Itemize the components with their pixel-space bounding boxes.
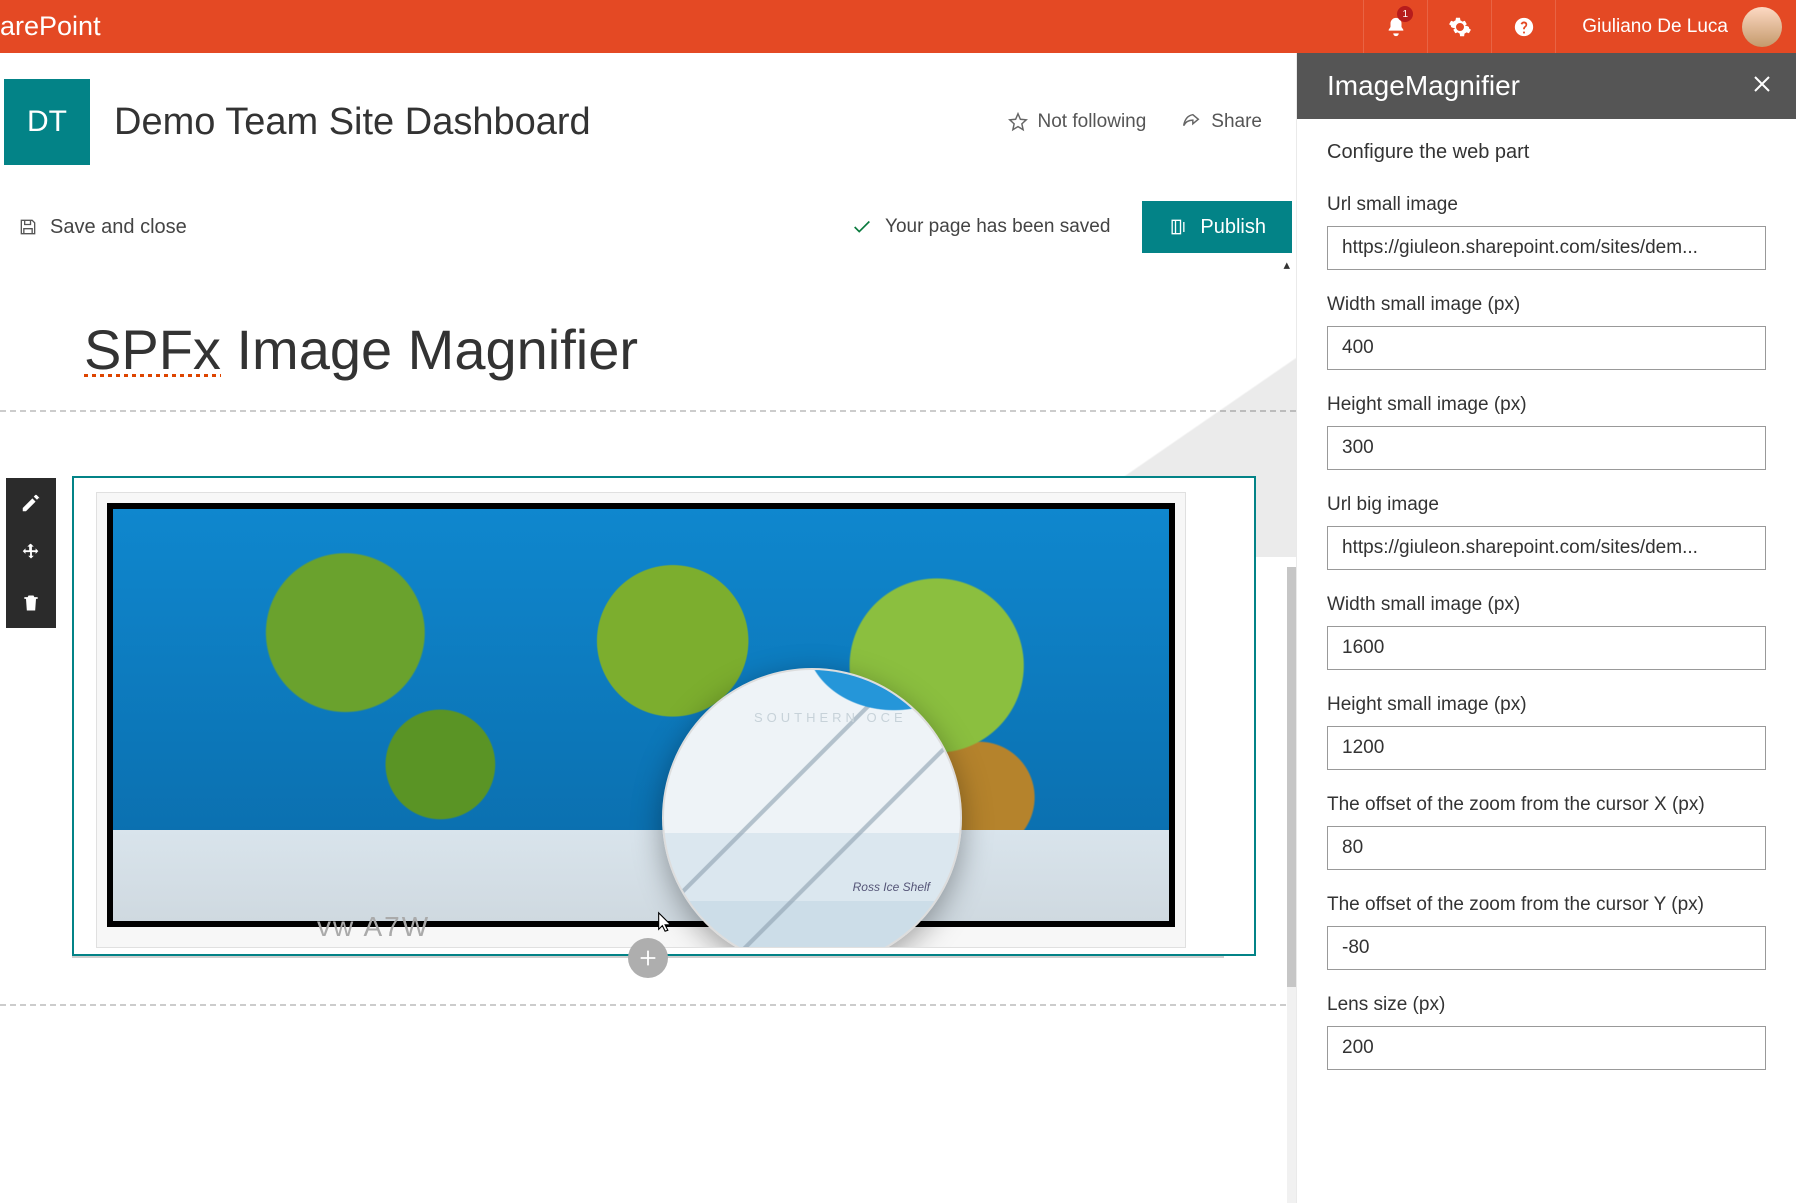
lens-ocean-label: SOUTHERN OCE — [754, 710, 907, 725]
publish-button[interactable]: Publish — [1142, 201, 1292, 253]
site-logo[interactable]: DT — [4, 79, 90, 165]
share-icon — [1180, 111, 1202, 133]
canvas-section: www.A7wallpapers.net SOUTHERN OCE Ross I… — [0, 412, 1296, 1006]
input-height-small[interactable] — [1327, 426, 1766, 470]
publish-label: Publish — [1200, 216, 1266, 239]
field-offset-y: The offset of the zoom from the cursor Y… — [1327, 894, 1766, 970]
scrollbar-thumb[interactable] — [1287, 567, 1296, 987]
checkmark-icon — [851, 216, 873, 238]
label-offset-x: The offset of the zoom from the cursor X… — [1327, 794, 1766, 816]
main-area: DT Demo Team Site Dashboard Not followin… — [0, 53, 1296, 1203]
section-separator-bottom — [0, 1004, 1296, 1006]
label-height-big: Height small image (px) — [1327, 694, 1766, 716]
star-outline-icon — [1007, 111, 1029, 133]
user-name: Giuliano De Luca — [1582, 16, 1728, 38]
panel-body: Configure the web part Url small image W… — [1297, 119, 1796, 1094]
delete-webpart-button[interactable] — [6, 578, 56, 628]
suite-bar: arePoint 1 Giuliano De Luca — [0, 0, 1796, 53]
command-bar: Save and close Your page has been saved … — [0, 175, 1296, 267]
input-offset-y[interactable] — [1327, 926, 1766, 970]
not-following-button[interactable]: Not following — [1007, 111, 1147, 133]
scroll-up-affordance[interactable]: ▴ — [1283, 257, 1290, 273]
notification-badge: 1 — [1397, 6, 1413, 22]
label-lens-size: Lens size (px) — [1327, 994, 1766, 1016]
input-width-big[interactable] — [1327, 626, 1766, 670]
input-height-big[interactable] — [1327, 726, 1766, 770]
not-following-label: Not following — [1038, 111, 1147, 133]
panel-header: ImageMagnifier — [1297, 53, 1796, 119]
share-label: Share — [1211, 111, 1262, 133]
field-width-big: Width small image (px) — [1327, 594, 1766, 670]
field-url-small: Url small image — [1327, 194, 1766, 270]
save-close-label: Save and close — [50, 216, 187, 239]
saved-status: Your page has been saved — [851, 216, 1110, 238]
label-width-big: Width small image (px) — [1327, 594, 1766, 616]
input-offset-x[interactable] — [1327, 826, 1766, 870]
label-url-small: Url small image — [1327, 194, 1766, 216]
map-footer: www.A7wallpapers.net — [113, 893, 1169, 921]
close-panel-button[interactable] — [1750, 72, 1774, 101]
page-title-rest: Image Magnifier — [221, 318, 638, 381]
trash-icon — [21, 593, 41, 613]
user-menu[interactable]: Giuliano De Luca — [1555, 0, 1796, 53]
field-offset-x: The offset of the zoom from the cursor X… — [1327, 794, 1766, 870]
field-height-small: Height small image (px) — [1327, 394, 1766, 470]
label-url-big: Url big image — [1327, 494, 1766, 516]
page-canvas: ▴ SPFx Image Magnifier — [0, 267, 1296, 1006]
panel-description: Configure the web part — [1327, 141, 1766, 164]
label-offset-y: The offset of the zoom from the cursor Y… — [1327, 894, 1766, 916]
site-title: Demo Team Site Dashboard — [114, 101, 983, 144]
input-url-small[interactable] — [1327, 226, 1766, 270]
lens-shelf-label: Ross Ice Shelf — [853, 880, 930, 894]
field-url-big: Url big image — [1327, 494, 1766, 570]
saved-status-label: Your page has been saved — [885, 216, 1110, 238]
property-panel: ImageMagnifier Configure the web part Ur… — [1296, 53, 1796, 1203]
page-title[interactable]: SPFx Image Magnifier — [0, 317, 1296, 410]
suite-icons: 1 Giuliano De Luca — [1363, 0, 1796, 53]
label-height-small: Height small image (px) — [1327, 394, 1766, 416]
webpart-frame[interactable]: www.A7wallpapers.net SOUTHERN OCE Ross I… — [72, 476, 1256, 956]
page-title-prefix: SPFx — [84, 318, 221, 381]
field-lens-size: Lens size (px) — [1327, 994, 1766, 1070]
plus-icon — [637, 947, 659, 969]
share-button[interactable]: Share — [1180, 111, 1262, 133]
save-close-button[interactable]: Save and close — [18, 216, 187, 239]
gear-icon — [1448, 15, 1472, 39]
input-url-big[interactable] — [1327, 526, 1766, 570]
vertical-scrollbar[interactable] — [1287, 567, 1296, 1203]
settings-button[interactable] — [1427, 0, 1491, 53]
input-lens-size[interactable] — [1327, 1026, 1766, 1070]
label-width-small: Width small image (px) — [1327, 294, 1766, 316]
world-map-image: www.A7wallpapers.net — [107, 503, 1175, 927]
move-icon — [20, 542, 42, 564]
app-name: arePoint — [0, 0, 1363, 53]
add-webpart-button[interactable] — [628, 938, 668, 978]
field-height-big: Height small image (px) — [1327, 694, 1766, 770]
edit-webpart-button[interactable] — [6, 478, 56, 528]
panel-title: ImageMagnifier — [1327, 70, 1520, 102]
help-icon — [1513, 16, 1535, 38]
move-webpart-button[interactable] — [6, 528, 56, 578]
close-icon — [1750, 72, 1774, 96]
help-button[interactable] — [1491, 0, 1555, 53]
cursor-icon — [655, 908, 677, 936]
avatar — [1742, 7, 1782, 47]
site-header: DT Demo Team Site Dashboard Not followin… — [0, 53, 1296, 175]
image-magnifier-webpart[interactable]: www.A7wallpapers.net SOUTHERN OCE Ross I… — [96, 492, 1186, 948]
webpart-toolbar — [6, 478, 56, 628]
input-width-small[interactable] — [1327, 326, 1766, 370]
save-icon — [18, 217, 38, 237]
field-width-small: Width small image (px) — [1327, 294, 1766, 370]
pencil-icon — [20, 492, 42, 514]
notifications-button[interactable]: 1 — [1363, 0, 1427, 53]
publish-icon — [1168, 217, 1188, 237]
magnifier-lens: SOUTHERN OCE Ross Ice Shelf — [662, 668, 962, 948]
lens-watermark: vw A7W — [317, 911, 430, 943]
